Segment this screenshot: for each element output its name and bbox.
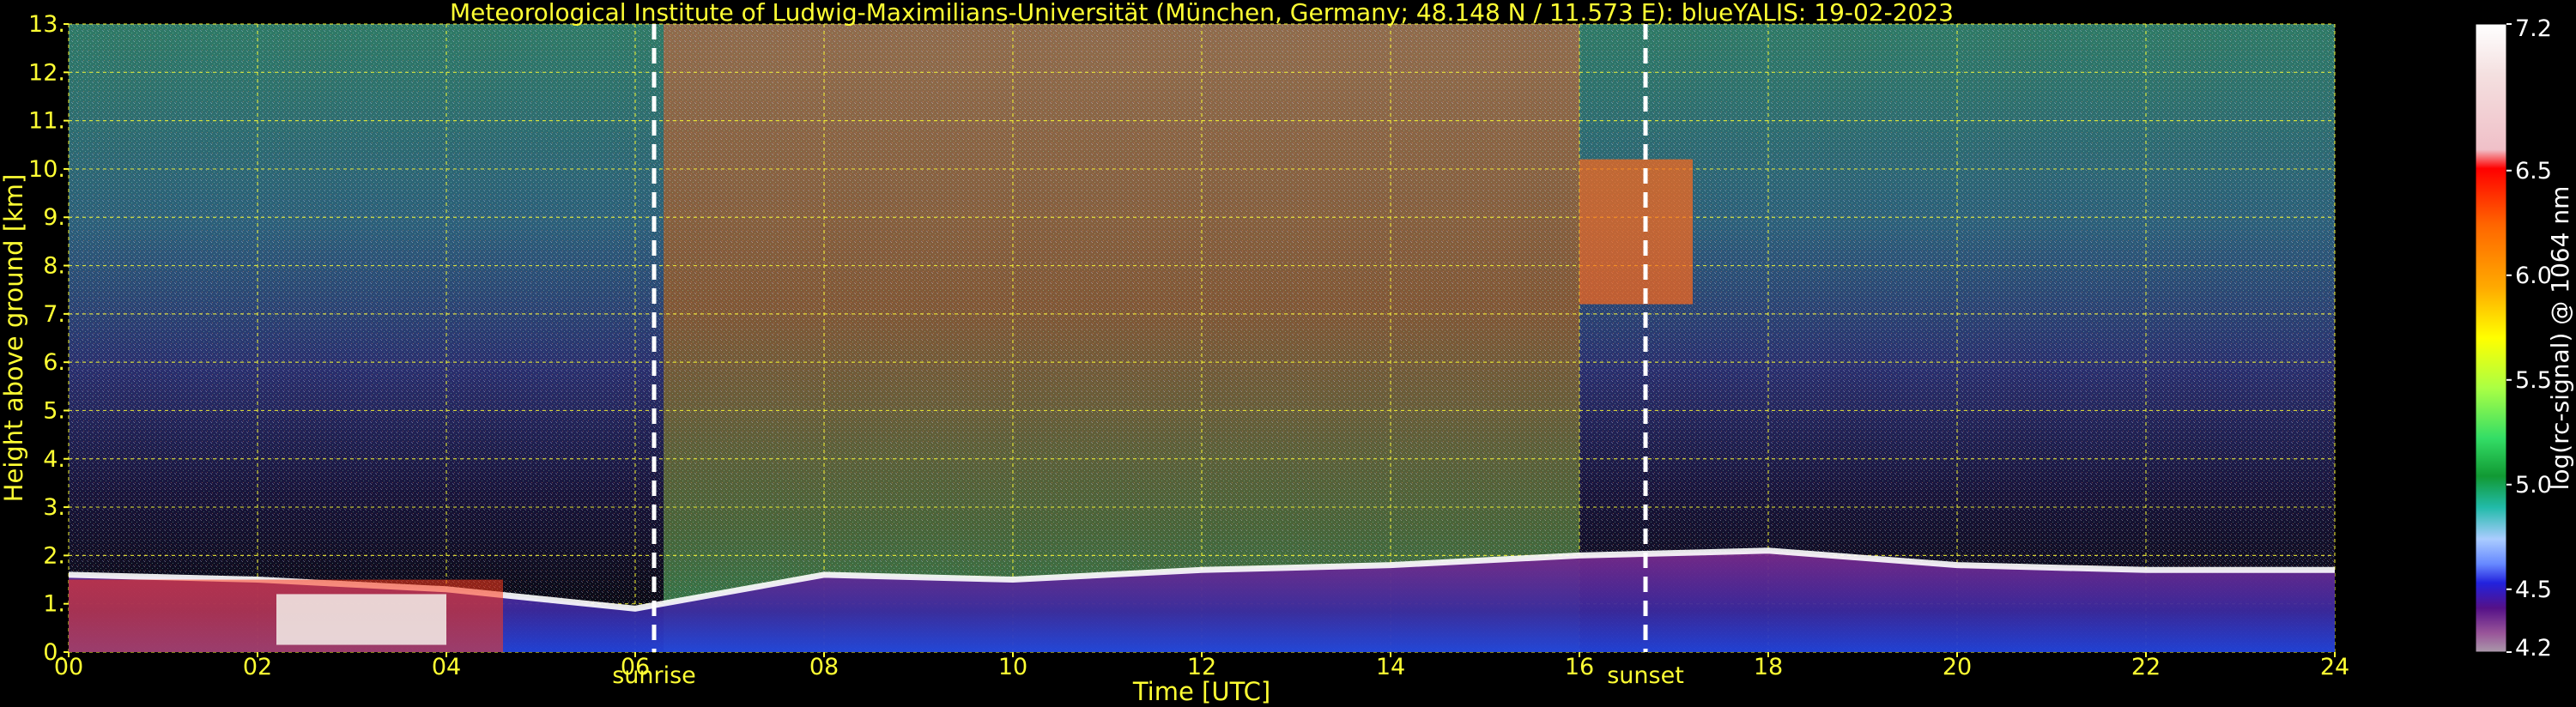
colorbar-tick-label: 4.2 [2515, 635, 2552, 662]
x-tick-label: 16 [1565, 654, 1594, 680]
signal-noise [69, 24, 2335, 652]
y-tick-label: 6. [43, 349, 65, 376]
y-tick-label: 1. [43, 591, 65, 618]
y-tick-label: 5. [43, 397, 65, 424]
y-tick-label: 0. [43, 639, 65, 666]
x-tick-label: 20 [1943, 654, 1972, 680]
x-tick-label: 08 [809, 654, 839, 680]
y-tick-label: 3. [43, 494, 65, 521]
colorbar [2475, 23, 2507, 653]
y-tick-label: 8. [43, 253, 65, 280]
y-tick-label: 12. [28, 59, 65, 86]
x-tick-label: 14 [1376, 654, 1405, 680]
chart-title: Meteorological Institute of Ludwig-Maxim… [450, 0, 1954, 27]
x-tick-label: 04 [432, 654, 461, 680]
x-tick-label: 22 [2131, 654, 2161, 680]
x-tick-label: 18 [1754, 654, 1783, 680]
colorbar-label: log(rc-signal) @ 1064 nm [2546, 186, 2574, 491]
y-tick-label: 9. [43, 204, 65, 231]
y-axis-ticks: 0. 1. 2. 3. 4. 5. 6. 7. 8. 9. 10. 11. 12. 13. [28, 11, 69, 666]
y-tick-label: 11. [28, 108, 65, 135]
y-tick-label: 10. [28, 156, 65, 183]
x-tick-label: 10 [998, 654, 1027, 680]
y-tick-label: 7. [43, 301, 65, 328]
colorbar-tick-label: 7.2 [2515, 15, 2552, 42]
y-tick-label: 4. [43, 446, 65, 473]
colorbar-tick-label: 6.5 [2515, 158, 2552, 184]
y-tick-label: 13. [28, 11, 65, 38]
fog-layer [276, 594, 446, 645]
x-tick-label: 24 [2320, 654, 2349, 680]
sunset-label: sunset [1607, 662, 1684, 689]
plot-area [69, 24, 2335, 652]
y-tick-label: 2. [43, 542, 65, 569]
cirrus-cloud [1579, 159, 1693, 305]
x-tick-label: 02 [243, 654, 272, 680]
x-tick-label: 06 [621, 654, 650, 680]
colorbar-ticks: 7.26.56.05.55.04.54.2 [2506, 15, 2552, 662]
y-axis-label: Height above ground [km] [0, 174, 28, 503]
lidar-quicklook-chart: sunrise sunset 00 02 04 06 08 10 12 14 16 18 20 22 24… [0, 0, 2574, 706]
colorbar-tick-label: 4.5 [2515, 577, 2552, 603]
x-axis-label: Time [UTC] [1132, 677, 1270, 706]
